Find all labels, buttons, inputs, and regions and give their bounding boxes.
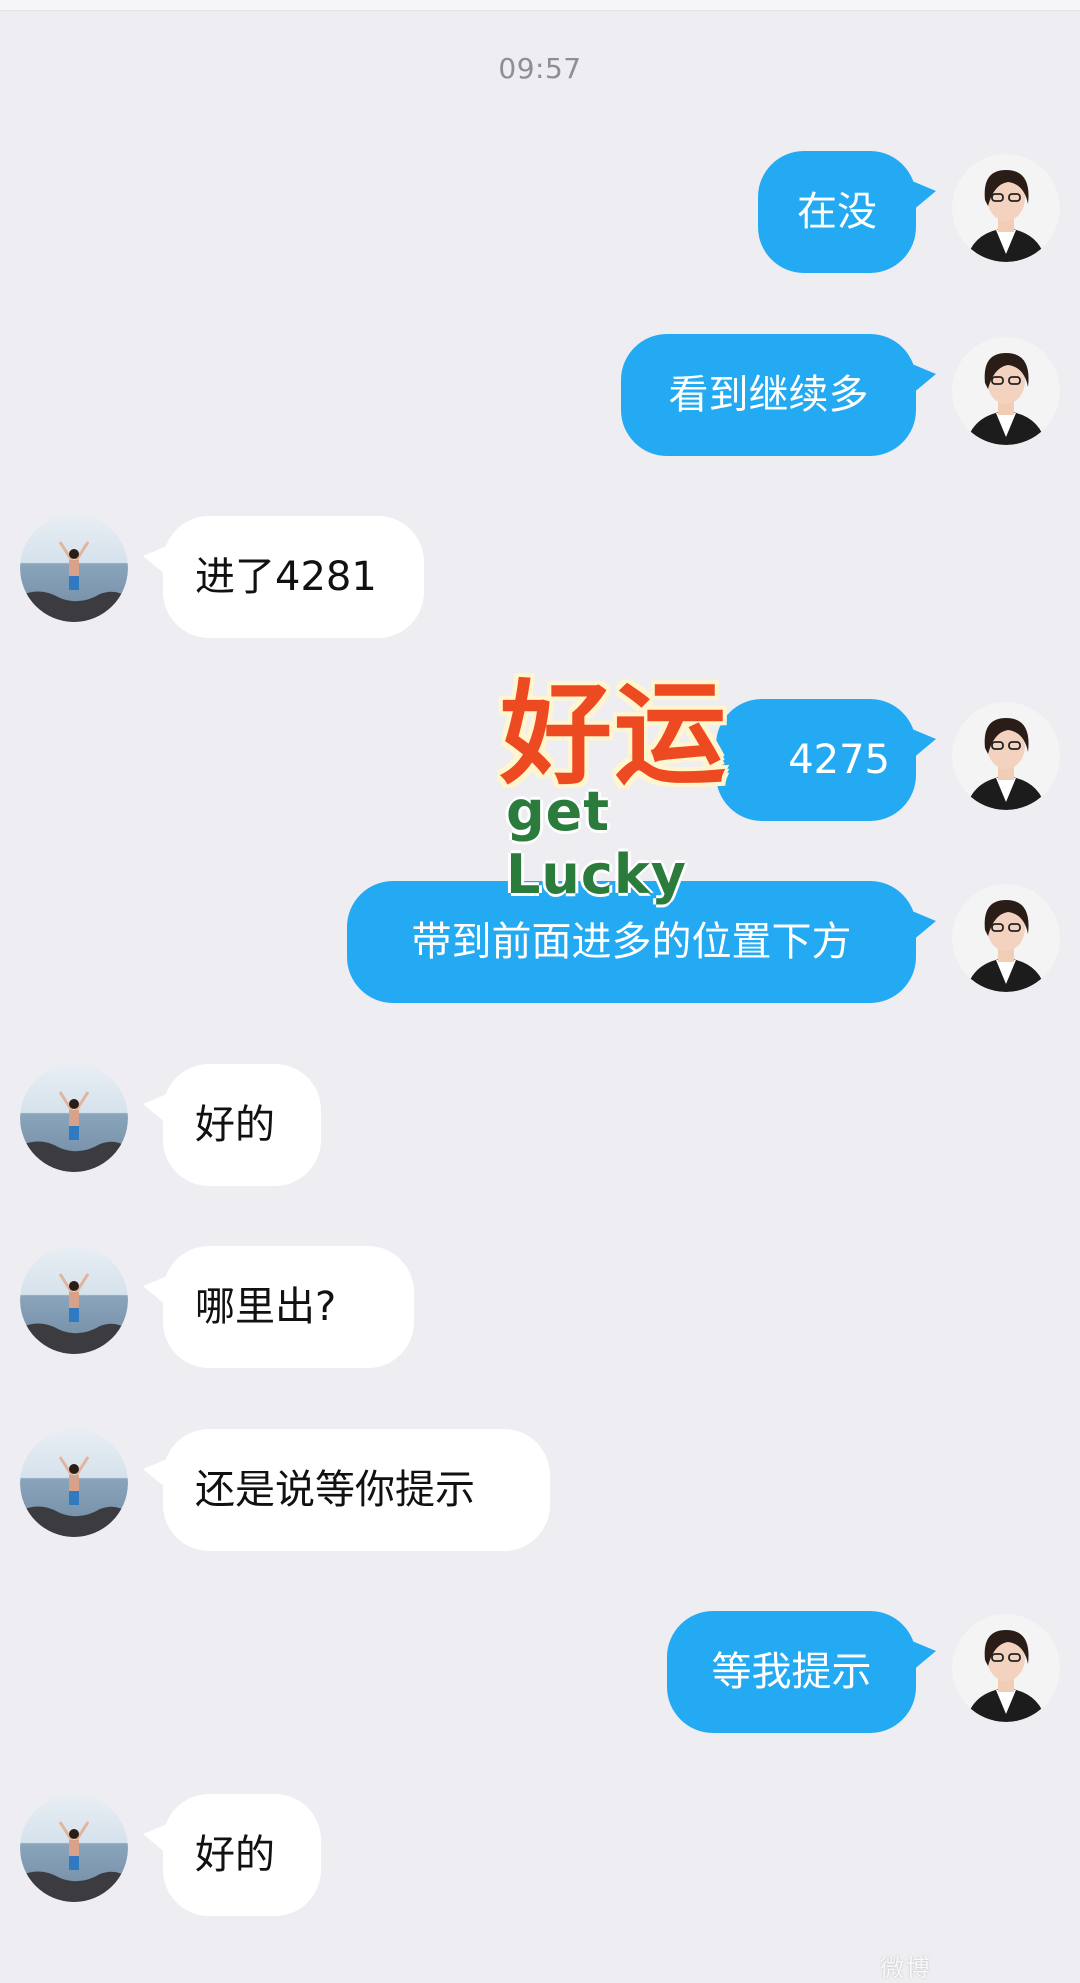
bubble-tail [912, 911, 936, 941]
bubble-tail [912, 364, 936, 394]
person-at-sea-icon [20, 514, 128, 622]
bubble-tail [912, 181, 936, 211]
woman-portrait-icon [952, 337, 1060, 445]
good-luck-sticker: 好运 get Lucky [484, 640, 804, 906]
woman-portrait-icon [952, 884, 1060, 992]
message-text: 等我提示 [711, 1649, 872, 1695]
contact-avatar[interactable] [20, 514, 128, 622]
message-text: 还是说等你提示 [195, 1467, 475, 1513]
bubble-tail [143, 1276, 167, 1306]
person-at-sea-icon [20, 1794, 128, 1902]
message-text: 看到继续多 [668, 372, 869, 418]
my-avatar[interactable] [952, 702, 1060, 810]
bubble-tail [143, 1094, 167, 1124]
message-text: 好的 [195, 1102, 275, 1148]
message-timestamp: 09:57 [498, 52, 582, 85]
woman-portrait-icon [952, 1614, 1060, 1722]
bubble-tail [143, 1459, 167, 1489]
bubble-tail [912, 729, 936, 759]
bubble-tail [143, 546, 167, 576]
my-avatar[interactable] [952, 1614, 1060, 1722]
message-bubble-outgoing[interactable]: 在没 [758, 151, 916, 273]
contact-avatar[interactable] [20, 1064, 128, 1172]
message-text: 好的 [195, 1832, 275, 1878]
message-bubble-incoming[interactable]: 好的 [163, 1794, 321, 1916]
watermark: 微博 [880, 1954, 932, 1982]
woman-portrait-icon [952, 154, 1060, 262]
top-bar [0, 0, 1080, 11]
person-at-sea-icon [20, 1064, 128, 1172]
message-text: 进了4281 [195, 554, 377, 600]
message-bubble-incoming[interactable]: 哪里出? [163, 1246, 414, 1368]
my-avatar[interactable] [952, 884, 1060, 992]
contact-avatar[interactable] [20, 1246, 128, 1354]
message-bubble-incoming[interactable]: 好的 [163, 1064, 321, 1186]
sticker-sub-text: get Lucky [506, 780, 687, 906]
my-avatar[interactable] [952, 154, 1060, 262]
message-text: 哪里出? [195, 1284, 337, 1330]
message-bubble-incoming[interactable]: 进了4281 [163, 516, 424, 638]
person-at-sea-icon [20, 1246, 128, 1354]
bubble-tail [912, 1641, 936, 1671]
person-at-sea-icon [20, 1429, 128, 1537]
message-text: 在没 [797, 189, 877, 235]
message-bubble-outgoing[interactable]: 看到继续多 [621, 334, 916, 456]
my-avatar[interactable] [952, 337, 1060, 445]
contact-avatar[interactable] [20, 1429, 128, 1537]
contact-avatar[interactable] [20, 1794, 128, 1902]
bubble-tail [143, 1824, 167, 1854]
message-bubble-outgoing[interactable]: 等我提示 [667, 1611, 916, 1733]
woman-portrait-icon [952, 702, 1060, 810]
message-text: 带到前面进多的位置下方 [411, 919, 852, 965]
message-bubble-incoming[interactable]: 还是说等你提示 [163, 1429, 550, 1551]
